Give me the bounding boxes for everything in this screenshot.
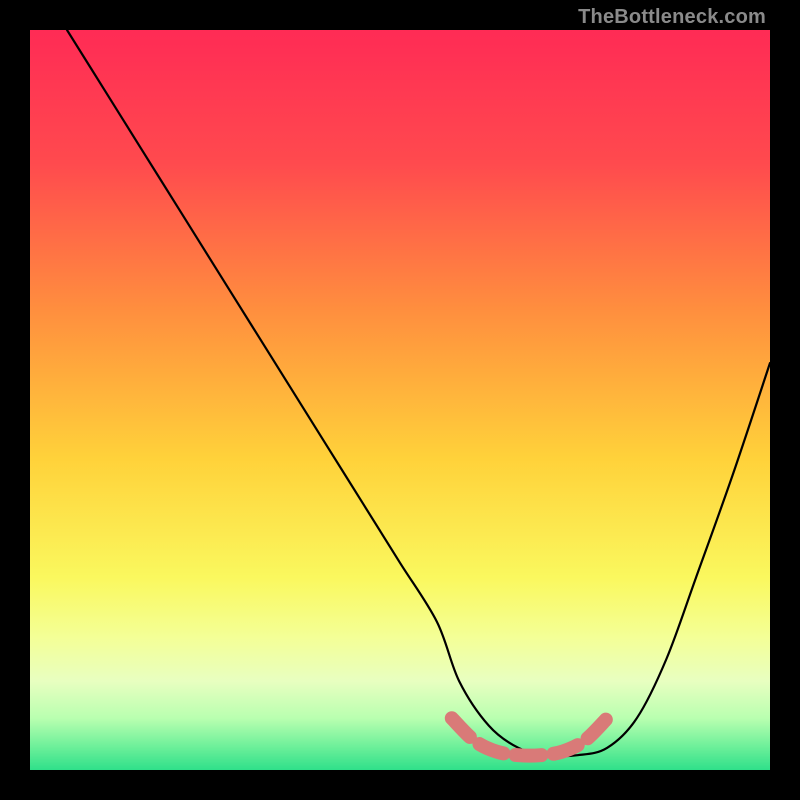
bottleneck-curve xyxy=(67,30,770,756)
curve-layer xyxy=(30,30,770,770)
chart-frame: TheBottleneck.com xyxy=(0,0,800,800)
watermark-text: TheBottleneck.com xyxy=(578,6,766,29)
plot-area xyxy=(30,30,770,770)
optimal-range-marker xyxy=(452,718,607,755)
